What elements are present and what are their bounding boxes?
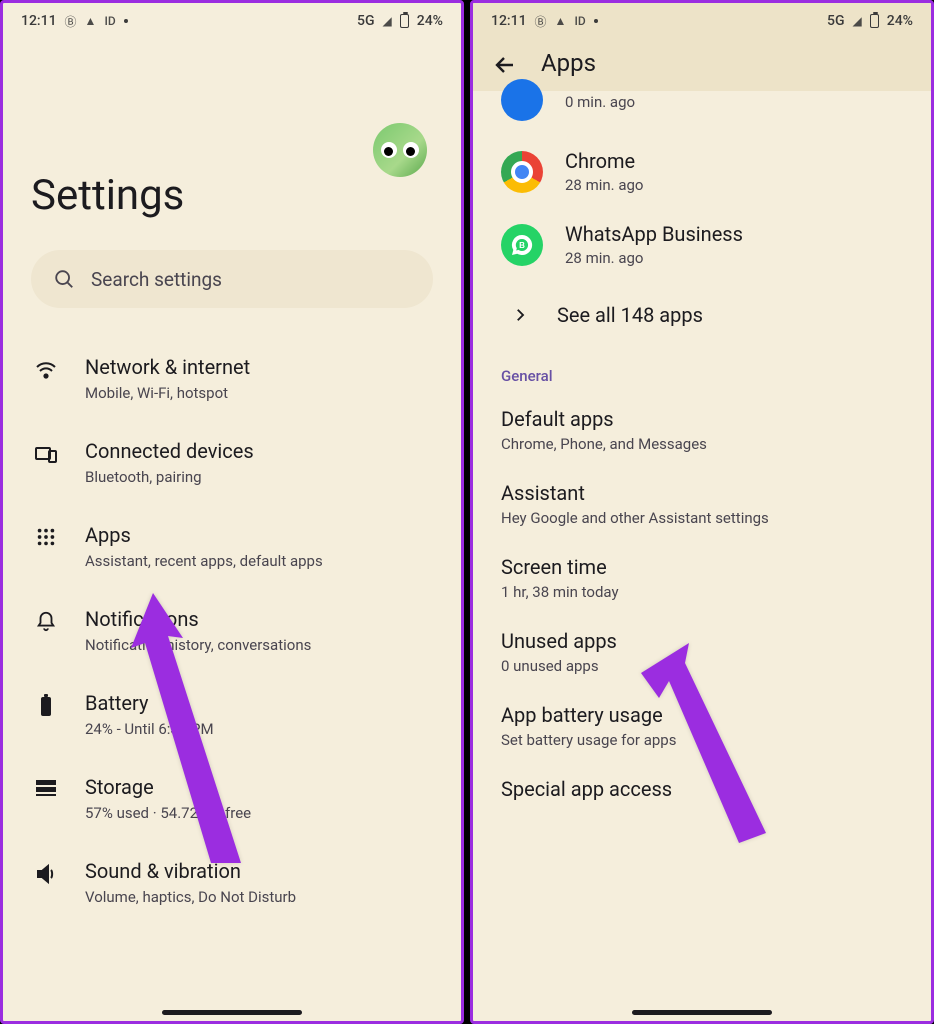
back-button[interactable] <box>493 53 517 77</box>
status-time: 12:11 <box>21 13 57 29</box>
item-subtitle: Bluetooth, pairing <box>85 468 254 486</box>
row-title: Default apps <box>501 407 903 431</box>
chrome-icon <box>501 151 543 193</box>
status-battery: 24% <box>887 13 913 29</box>
general-special-app-access[interactable]: Special app access <box>473 763 931 815</box>
status-bar: 12:11 Ⓑ ▲ ID 5G ◢ 24% <box>473 3 931 39</box>
app-icon <box>501 79 543 121</box>
item-subtitle: 24% - Until 6:30 PM <box>85 720 214 738</box>
settings-item-storage[interactable]: Storage 57% used · 54.72 GB free <box>3 756 461 840</box>
nav-pill[interactable] <box>632 1010 772 1015</box>
row-subtitle: Set battery usage for apps <box>501 731 903 749</box>
search-icon <box>53 268 75 290</box>
row-title: Unused apps <box>501 629 903 653</box>
apps-screen: 12:11 Ⓑ ▲ ID 5G ◢ 24% Apps <box>470 0 934 1024</box>
status-bar: 12:11 Ⓑ ▲ ID 5G ◢ 24% <box>3 3 461 39</box>
settings-item-notifications[interactable]: Notifications Notification history, conv… <box>3 588 461 672</box>
settings-item-connected-devices[interactable]: Connected devices Bluetooth, pairing <box>3 420 461 504</box>
general-screen-time[interactable]: Screen time 1 hr, 38 min today <box>473 541 931 615</box>
app-subtitle: 0 min. ago <box>565 93 635 111</box>
whatsapp-business-icon: B <box>501 224 543 266</box>
svg-text:B: B <box>519 241 525 250</box>
bell-icon <box>31 606 61 632</box>
recent-app-chrome[interactable]: Chrome 28 min. ago <box>473 135 931 208</box>
status-icon-a: ▲ <box>85 14 97 28</box>
status-icon-id: ID <box>574 14 585 28</box>
app-subtitle: 28 min. ago <box>565 176 643 194</box>
status-network: 5G <box>357 13 375 29</box>
general-app-battery-usage[interactable]: App battery usage Set battery usage for … <box>473 689 931 763</box>
item-title: Notifications <box>85 606 311 632</box>
status-icon-b: Ⓑ <box>535 13 547 30</box>
search-settings[interactable]: Search settings <box>31 250 433 308</box>
row-subtitle: Hey Google and other Assistant settings <box>501 509 903 527</box>
see-all-apps[interactable]: See all 148 apps <box>473 281 931 349</box>
item-title: Network & internet <box>85 354 250 380</box>
app-name: WhatsApp Business <box>565 222 743 246</box>
item-title: Battery <box>85 690 214 716</box>
appbar-title: Apps <box>541 49 596 77</box>
volume-icon <box>31 858 61 886</box>
settings-item-apps[interactable]: Apps Assistant, recent apps, default app… <box>3 504 461 588</box>
section-header-general: General <box>473 349 931 393</box>
item-title: Storage <box>85 774 251 800</box>
item-subtitle: Notification history, conversations <box>85 636 311 654</box>
search-placeholder: Search settings <box>91 268 222 291</box>
item-subtitle: Assistant, recent apps, default apps <box>85 552 323 570</box>
storage-icon <box>31 774 61 798</box>
devices-icon <box>31 438 61 466</box>
status-dot-icon <box>124 19 128 23</box>
general-default-apps[interactable]: Default apps Chrome, Phone, and Messages <box>473 393 931 467</box>
row-title: Assistant <box>501 481 903 505</box>
status-icon-a: ▲ <box>555 14 567 28</box>
wifi-icon <box>31 354 61 382</box>
item-subtitle: 57% used · 54.72 GB free <box>85 804 251 822</box>
general-unused-apps[interactable]: Unused apps 0 unused apps <box>473 615 931 689</box>
see-all-label: See all 148 apps <box>557 303 703 327</box>
status-battery: 24% <box>417 13 443 29</box>
app-subtitle: 28 min. ago <box>565 249 743 267</box>
battery-icon <box>870 14 879 28</box>
settings-item-network[interactable]: Network & internet Mobile, Wi-Fi, hotspo… <box>3 336 461 420</box>
item-subtitle: Volume, haptics, Do Not Disturb <box>85 888 296 906</box>
recent-app-whatsapp-business[interactable]: B WhatsApp Business 28 min. ago <box>473 208 931 281</box>
row-title: App battery usage <box>501 703 903 727</box>
row-title: Screen time <box>501 555 903 579</box>
signal-icon: ◢ <box>853 14 862 28</box>
status-dot-icon <box>594 19 598 23</box>
item-title: Apps <box>85 522 323 548</box>
recent-app-row[interactable]: 0 min. ago <box>473 79 931 135</box>
page-title: Settings <box>31 171 433 220</box>
item-title: Sound & vibration <box>85 858 296 884</box>
settings-screen: 12:11 Ⓑ ▲ ID 5G ◢ 24% Settings Search se… <box>0 0 464 1024</box>
row-subtitle: Chrome, Phone, and Messages <box>501 435 903 453</box>
status-icon-b: Ⓑ <box>65 13 77 30</box>
status-time: 12:11 <box>491 13 527 29</box>
nav-pill[interactable] <box>162 1010 302 1015</box>
apps-grid-icon <box>31 522 61 548</box>
row-subtitle: 1 hr, 38 min today <box>501 583 903 601</box>
item-title: Connected devices <box>85 438 254 464</box>
profile-avatar[interactable] <box>373 123 427 177</box>
settings-item-sound[interactable]: Sound & vibration Volume, haptics, Do No… <box>3 840 461 924</box>
app-name: Chrome <box>565 149 643 173</box>
battery-icon <box>400 14 409 28</box>
signal-icon: ◢ <box>383 14 392 28</box>
settings-item-battery[interactable]: Battery 24% - Until 6:30 PM <box>3 672 461 756</box>
status-icon-id: ID <box>104 14 115 28</box>
status-network: 5G <box>827 13 845 29</box>
item-subtitle: Mobile, Wi-Fi, hotspot <box>85 384 250 402</box>
row-title: Special app access <box>501 777 903 801</box>
row-subtitle: 0 unused apps <box>501 657 903 675</box>
chevron-right-icon <box>511 306 529 324</box>
general-assistant[interactable]: Assistant Hey Google and other Assistant… <box>473 467 931 541</box>
battery-icon <box>31 690 61 718</box>
